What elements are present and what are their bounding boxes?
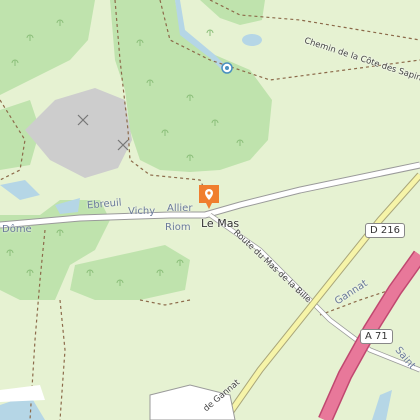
forest-area xyxy=(0,0,95,95)
location-pin-icon[interactable] xyxy=(197,183,221,211)
forest-area xyxy=(110,0,272,172)
direction-label-allier: Allier xyxy=(167,203,193,214)
pond xyxy=(242,34,262,46)
direction-label-riom: Riom xyxy=(165,222,191,233)
road-shield-d216: D 216 xyxy=(365,223,405,238)
pond xyxy=(372,390,392,420)
road-area xyxy=(0,385,45,402)
map-view[interactable]: Chemin de la Côte des Sapins Ebreuil Vic… xyxy=(0,0,420,420)
road-shield-a71: A 71 xyxy=(360,329,393,344)
village-label: Le Mas xyxy=(201,217,240,230)
trail xyxy=(59,299,66,420)
tree-icon xyxy=(206,29,214,36)
pond xyxy=(0,180,40,200)
direction-label-vichy: Vichy xyxy=(128,206,156,217)
spring-icon xyxy=(221,62,233,74)
direction-label-dome: Dôme xyxy=(2,224,32,235)
quarry-area xyxy=(25,88,132,178)
forest-area xyxy=(200,0,265,25)
forest-areas xyxy=(0,0,272,300)
trail xyxy=(139,299,191,306)
